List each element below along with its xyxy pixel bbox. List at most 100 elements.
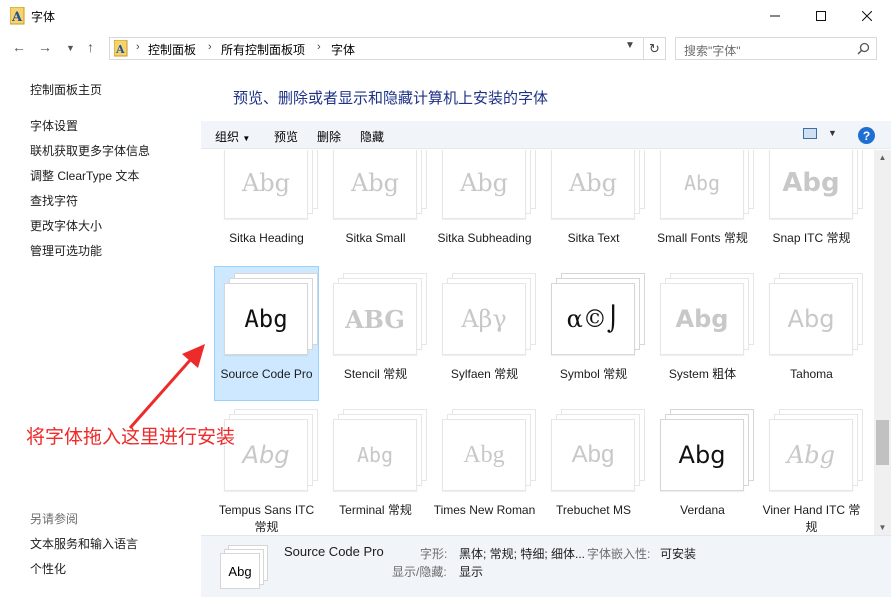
- font-tile[interactable]: Abg Tempus Sans ITC 常规: [219, 409, 324, 535]
- font-file-icon: Abg: [551, 150, 647, 223]
- close-button[interactable]: [844, 0, 890, 31]
- font-tile[interactable]: Abg Small Fonts 常规: [656, 150, 760, 267]
- install-hint-annotation: 将字体拖入这里进行安装: [26, 427, 236, 448]
- font-tile-label: Source Code Pro: [220, 367, 313, 381]
- show-hide-label: 显示/隐藏:: [392, 565, 447, 579]
- font-tile-label: Sitka Heading: [229, 231, 304, 245]
- search-input[interactable]: 搜索"字体": [675, 37, 877, 60]
- font-tile-label: System 粗体: [668, 367, 737, 381]
- font-file-icon: Abg: [224, 273, 320, 359]
- breadcrumb-all-items[interactable]: 所有控制面板项: [221, 41, 305, 58]
- change-view-icon[interactable]: [803, 128, 817, 139]
- font-file-icon: Abg: [769, 273, 865, 359]
- manage-optional-features-link[interactable]: 管理可选功能: [30, 242, 102, 259]
- preview-button[interactable]: 预览: [274, 128, 298, 145]
- font-sample-text: Abg: [782, 168, 840, 198]
- selected-font-name: Source Code Pro: [284, 544, 384, 559]
- scroll-down-arrow-icon[interactable]: ▼: [874, 523, 891, 532]
- personalization-link[interactable]: 个性化: [30, 560, 66, 577]
- breadcrumb-separator-icon: ›: [317, 41, 321, 53]
- page-heading: 预览、删除或者显示和隐藏计算机上安装的字体: [233, 90, 549, 107]
- font-tile[interactable]: Abg Snap ITC 常规: [765, 150, 869, 267]
- font-tile[interactable]: Abg Sitka Heading: [220, 150, 324, 267]
- font-tile[interactable]: Aβγ Sylfaen 常规: [438, 273, 542, 403]
- font-sample-text: Abg: [244, 305, 288, 333]
- font-tile-label: Sitka Small: [345, 231, 406, 245]
- maximize-icon: [816, 10, 826, 21]
- change-font-size-link[interactable]: 更改字体大小: [30, 217, 102, 234]
- get-font-info-online-link[interactable]: 联机获取更多字体信息: [30, 142, 150, 159]
- font-tile[interactable]: Abg Verdana: [656, 409, 760, 535]
- font-tile-label: Small Fonts 常规: [657, 231, 748, 245]
- font-file-icon: Abg: [551, 409, 647, 495]
- font-tile[interactable]: Abg Tahoma: [765, 273, 869, 403]
- address-dropdown-icon[interactable]: ▼: [625, 40, 635, 51]
- font-tile[interactable]: Abg Sitka Text: [547, 150, 651, 267]
- font-file-icon: Abg: [224, 150, 320, 223]
- font-tile[interactable]: Abg Terminal 常规: [329, 409, 433, 535]
- font-tile-label: Sitka Text: [567, 231, 620, 245]
- search-icon[interactable]: [857, 42, 870, 55]
- font-file-icon: Abg: [660, 409, 756, 495]
- find-character-link[interactable]: 查找字符: [30, 192, 78, 209]
- font-settings-link[interactable]: 字体设置: [30, 117, 78, 134]
- control-panel-home-link[interactable]: 控制面板主页: [30, 81, 102, 98]
- left-navigation-pane: 控制面板主页 字体设置 联机获取更多字体信息 调整 ClearType 文本 查…: [0, 64, 201, 597]
- address-bar[interactable]: A › 控制面板 › 所有控制面板项 › 字体: [109, 37, 666, 60]
- font-tile[interactable]: Abg Sitka Subheading: [437, 150, 542, 267]
- font-tile[interactable]: Abg Times New Roman: [434, 409, 542, 535]
- title-bar: A 字体: [0, 0, 891, 32]
- forward-arrow-icon[interactable]: →: [38, 39, 52, 55]
- breadcrumb-control-panel[interactable]: 控制面板: [148, 41, 196, 58]
- scrollbar-thumb[interactable]: [876, 420, 889, 465]
- font-tile[interactable]: α©⌡ Symbol 常规: [547, 273, 651, 403]
- font-tile-label: Sitka Subheading: [437, 231, 532, 245]
- font-tile[interactable]: Abg Trebuchet MS: [547, 409, 651, 535]
- help-icon[interactable]: ?: [858, 127, 875, 144]
- up-arrow-icon[interactable]: ↑: [87, 39, 94, 55]
- font-sample-text: Abg: [678, 441, 726, 469]
- adjust-cleartype-link[interactable]: 调整 ClearType 文本: [30, 167, 139, 184]
- details-pane: Abg Source Code Pro 字形: 黑体; 常规; 特细; 细体..…: [201, 535, 891, 597]
- font-sample-text: Abg: [242, 441, 290, 469]
- font-tile-label: Sylfaen 常规: [450, 367, 519, 381]
- fonts-app-icon: A: [10, 7, 25, 25]
- font-tile[interactable]: Abg Source Code Pro: [214, 266, 324, 403]
- selected-font-thumbnail: Abg: [220, 545, 270, 591]
- font-tile[interactable]: Abg Viner Hand ITC 常规: [763, 409, 869, 535]
- font-tile-label: Symbol 常规: [559, 367, 628, 381]
- font-tile[interactable]: Abg Sitka Small: [329, 150, 433, 267]
- font-tile-label: Stencil 常规: [343, 367, 408, 381]
- font-sample-text: Abg: [787, 305, 835, 333]
- refresh-button[interactable]: ↻: [643, 37, 665, 60]
- font-tile[interactable]: ABG Stencil 常规: [329, 273, 433, 403]
- style-label: 字形:: [420, 547, 448, 561]
- breadcrumb-separator-icon: ›: [136, 41, 140, 53]
- back-arrow-icon[interactable]: ←: [12, 39, 26, 55]
- font-tile[interactable]: Abg System 粗体: [656, 273, 760, 403]
- text-services-link[interactable]: 文本服务和输入语言: [30, 535, 138, 552]
- font-sample-text: Abg: [568, 169, 618, 197]
- breadcrumb-fonts[interactable]: 字体: [331, 41, 355, 58]
- delete-button[interactable]: 删除: [317, 128, 341, 145]
- thumbnail-sample-text: Abg: [220, 553, 260, 589]
- scroll-up-arrow-icon[interactable]: ▲: [874, 153, 891, 162]
- font-file-icon: α©⌡: [551, 273, 647, 359]
- breadcrumb-separator-icon: ›: [208, 41, 212, 53]
- font-file-icon: Abg: [333, 150, 429, 223]
- embeddability-value: 可安装: [660, 547, 697, 561]
- organize-menu-button[interactable]: 组织 ▼: [215, 128, 250, 145]
- close-icon: [862, 10, 872, 21]
- font-sample-text: Abg: [350, 169, 400, 197]
- maximize-button[interactable]: [798, 0, 844, 31]
- font-sample-text: Abg: [356, 443, 394, 467]
- search-placeholder: 搜索"字体": [684, 44, 741, 58]
- font-sample-text: Abg: [683, 171, 721, 195]
- font-file-icon: Abg: [442, 409, 538, 495]
- view-options-dropdown-icon[interactable]: ▼: [828, 128, 837, 138]
- minimize-button[interactable]: [752, 0, 798, 31]
- font-file-icon: Abg: [769, 409, 865, 495]
- recent-locations-icon[interactable]: ▼: [66, 43, 75, 53]
- vertical-scrollbar[interactable]: ▲ ▼: [874, 150, 891, 535]
- hide-button[interactable]: 隐藏: [360, 128, 384, 145]
